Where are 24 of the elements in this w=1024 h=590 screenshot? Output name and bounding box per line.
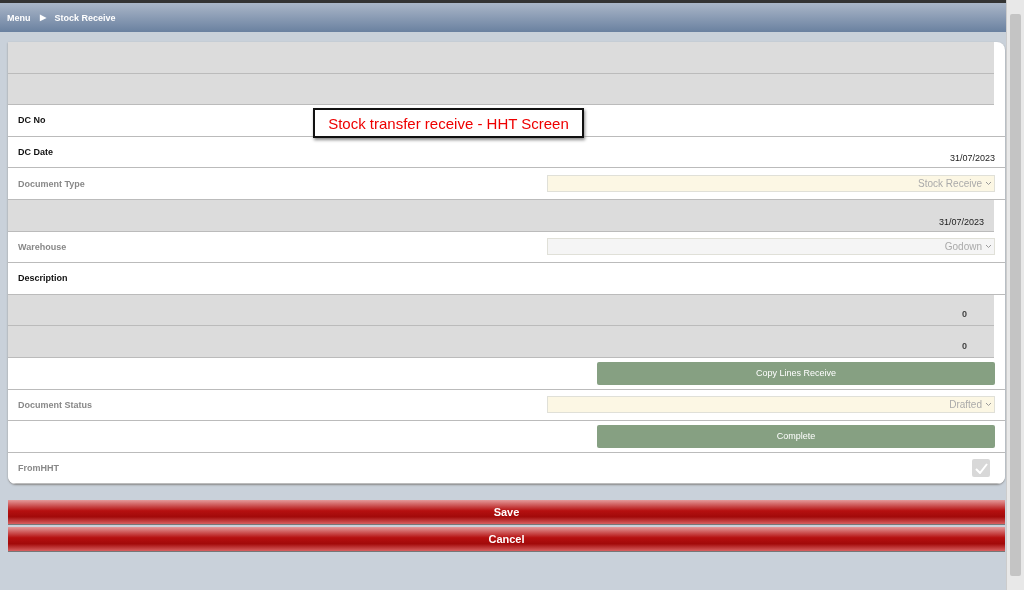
cancel-button[interactable]: Cancel (8, 527, 1005, 553)
annotation-callout: Stock transfer receive - HHT Screen (313, 108, 584, 138)
checkmark-icon (974, 462, 988, 474)
field-label: DC Date (18, 147, 53, 158)
field-value: 31/07/2023 (949, 153, 995, 164)
breadcrumb-separator: ▶ (39, 13, 46, 22)
action-button[interactable]: Copy Lines Receive (597, 361, 995, 385)
field-label: Document Type (18, 178, 85, 189)
action-button[interactable]: Complete (597, 424, 995, 448)
chevron-icon (985, 244, 992, 250)
menu-link[interactable]: Menu (7, 12, 31, 23)
save-button[interactable]: Save (8, 500, 1005, 526)
field-value: 0 (962, 309, 967, 320)
field-label: Document Status (18, 399, 92, 410)
field-label: FromHHT (18, 463, 59, 473)
field-label: Description (18, 273, 68, 284)
field-label: Warehouse (18, 241, 67, 252)
chevron-icon (985, 181, 992, 187)
field-value: 31/07/2023 (938, 216, 984, 227)
chevron-icon (985, 402, 992, 408)
field-value: 0 (962, 340, 967, 351)
field-label: DC No (18, 115, 46, 126)
scrollbar[interactable] (1006, 0, 1024, 590)
page-title: Stock Receive (54, 12, 116, 23)
